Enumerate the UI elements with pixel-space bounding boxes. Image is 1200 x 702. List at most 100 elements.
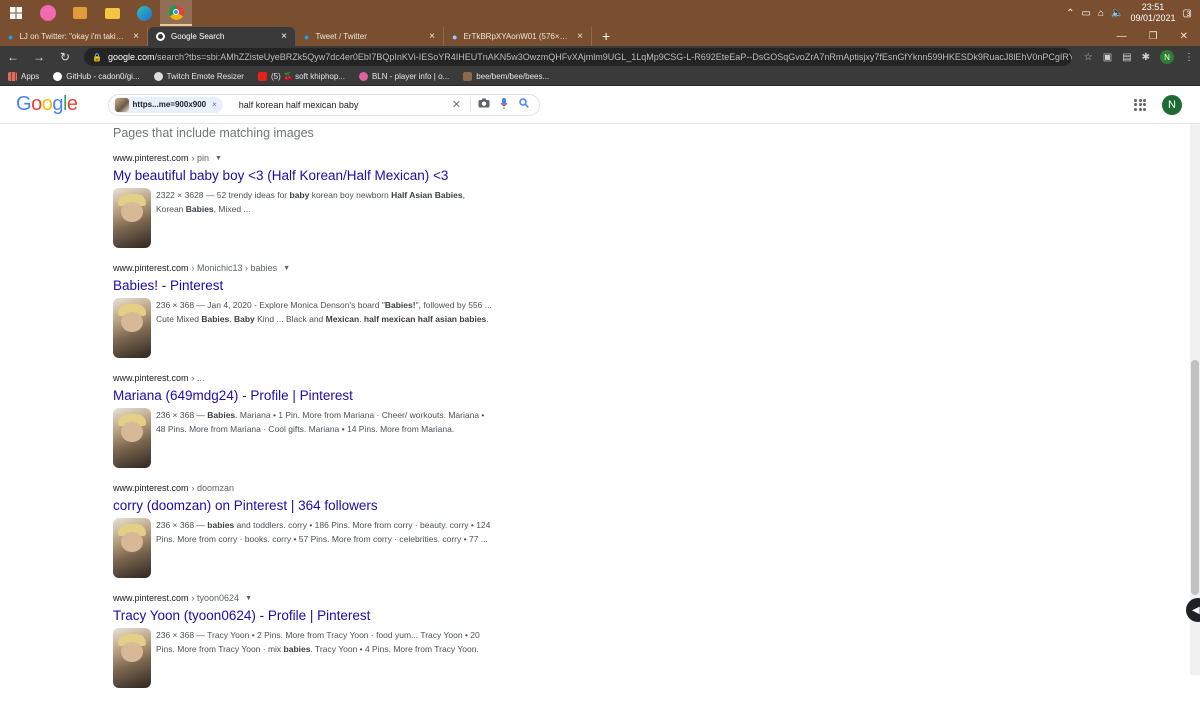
network-icon[interactable]: ⌂ <box>1098 8 1104 19</box>
result-site: www.pinterest.com <box>113 153 189 163</box>
result-path: › ... <box>191 373 205 383</box>
windows-taskbar: ⌃ ▭ ⌂ 🔈 23:51 09/01/2021 ▢ 3 <box>0 0 1200 26</box>
edge-icon <box>136 5 152 21</box>
bookmark-apps[interactable]: Apps <box>8 72 39 81</box>
result-thumbnail[interactable] <box>113 408 151 468</box>
remove-image-icon[interactable]: × <box>212 100 217 109</box>
taskbar-app-presentation[interactable] <box>64 0 96 26</box>
bookmark-github[interactable]: GitHub - cadon0/gi... <box>53 72 140 81</box>
menu-dots-icon[interactable]: ⋮ <box>1184 52 1194 63</box>
clock-time: 23:51 <box>1141 2 1165 12</box>
close-tab-icon[interactable]: × <box>133 31 139 42</box>
profile-avatar[interactable]: N <box>1160 50 1174 64</box>
google-header-actions: N <box>1134 94 1182 115</box>
extension-icon[interactable]: ▤ <box>1122 52 1131 63</box>
puzzle-icon[interactable]: ✱ <box>1142 52 1150 63</box>
search-box[interactable]: https...me=900x900 × half korean half me… <box>107 93 540 116</box>
bookmark-twitch-emote-resizer[interactable]: Twitch Emote Resizer <box>153 72 244 81</box>
volume-icon[interactable]: 🔈 <box>1111 8 1123 19</box>
chevron-down-icon[interactable]: ▼ <box>215 155 222 162</box>
result-url[interactable]: www.pinterest.com › Monichic13 › babies … <box>113 262 493 274</box>
browser-toolbar: ← → ↻ 🔒 google.com/search?tbs=sbi:AMhZZi… <box>0 46 1200 68</box>
search-input[interactable]: half korean half mexican baby <box>229 100 444 110</box>
scrollbar-thumb[interactable] <box>1191 360 1199 595</box>
tab-google-search[interactable]: Google Search × <box>148 27 296 46</box>
result-snippet: 236 × 368 — Tracy Yoon • 2 Pins. More fr… <box>156 630 480 654</box>
taskbar-file-explorer[interactable] <box>96 0 128 26</box>
google-apps-icon[interactable] <box>1134 98 1146 111</box>
tab-image[interactable]: ● ErTkBRpXYAonW01 (576×900) × <box>444 27 592 46</box>
result-thumbnail[interactable] <box>113 188 151 248</box>
floating-action-button[interactable]: ◀ <box>1186 598 1200 622</box>
close-tab-icon[interactable]: × <box>281 31 287 42</box>
section-title: Pages that include matching images <box>113 126 314 140</box>
result-url[interactable]: www.pinterest.com › tyoon0624 ▼ <box>113 592 493 604</box>
result-title-link[interactable]: Mariana (649mdg24) - Profile | Pinterest <box>113 387 493 404</box>
taskbar-app-pink[interactable] <box>32 0 64 26</box>
toolbar-actions: ☆ ▣ ▤ ✱ N ⋮ <box>1084 50 1194 64</box>
chevron-down-icon[interactable]: ▼ <box>245 595 252 602</box>
result-title-link[interactable]: Babies! - Pinterest <box>113 277 493 294</box>
result-thumbnail[interactable] <box>113 518 151 578</box>
search-image-chip[interactable]: https...me=900x900 × <box>112 96 223 113</box>
folder-icon <box>104 7 120 19</box>
new-tab-button[interactable]: + <box>592 27 620 46</box>
back-arrow-icon[interactable]: ← <box>6 50 20 64</box>
result-site: www.pinterest.com <box>113 263 189 273</box>
system-tray: ⌃ ▭ ⌂ 🔈 23:51 09/01/2021 ▢ 3 <box>1066 2 1200 24</box>
close-tab-icon[interactable]: × <box>429 31 435 42</box>
forward-arrow-icon[interactable]: → <box>32 50 46 64</box>
camera-icon[interactable] <box>477 98 491 111</box>
tab-twitter-lj[interactable]: ● LJ on Twitter: "okay i'm taking a × <box>0 27 148 46</box>
tab-title: ErTkBRpXYAonW01 (576×900) <box>463 32 572 41</box>
microphone-icon[interactable] <box>497 97 511 112</box>
result-thumbnail[interactable] <box>113 298 151 358</box>
taskbar-edge[interactable] <box>128 0 160 26</box>
star-icon[interactable]: ☆ <box>1084 52 1093 63</box>
result-title-link[interactable]: corry (doomzan) on Pinterest | 364 follo… <box>113 497 493 514</box>
search-icon[interactable] <box>517 98 531 111</box>
chevron-down-icon[interactable]: ▼ <box>283 265 290 272</box>
close-tab-icon[interactable]: × <box>577 31 583 42</box>
battery-icon[interactable]: ▭ <box>1082 8 1091 19</box>
result-path: › Monichic13 › babies <box>191 263 278 273</box>
tab-tweet[interactable]: ● Tweet / Twitter × <box>296 27 444 46</box>
google-logo[interactable]: Google <box>16 93 78 116</box>
search-result: www.pinterest.com › tyoon0624 ▼ Tracy Yo… <box>113 592 493 688</box>
minimize-icon[interactable]: — <box>1117 31 1127 42</box>
result-url[interactable]: www.pinterest.com › pin ▼ <box>113 152 493 164</box>
bookmark-bln[interactable]: BLN - player info | o... <box>358 72 449 81</box>
result-url[interactable]: www.pinterest.com › doomzan <box>113 482 493 494</box>
bln-icon <box>358 72 368 81</box>
result-site: www.pinterest.com <box>113 373 189 383</box>
bookmark-label: Twitch Emote Resizer <box>166 72 244 81</box>
window-controls: — ❐ ✕ <box>1117 27 1200 46</box>
restore-icon[interactable]: ❐ <box>1149 31 1158 42</box>
result-title-link[interactable]: My beautiful baby boy <3 (Half Korean/Ha… <box>113 167 493 184</box>
clock-date: 09/01/2021 <box>1130 13 1176 23</box>
address-bar[interactable]: 🔒 google.com/search?tbs=sbi:AMhZZisteUye… <box>84 48 1072 66</box>
taskbar-clock[interactable]: 23:51 09/01/2021 <box>1131 2 1176 24</box>
search-divider <box>469 97 471 112</box>
screen-cast-icon[interactable]: ▣ <box>1103 52 1112 63</box>
close-window-icon[interactable]: ✕ <box>1180 31 1188 42</box>
chrome-icon <box>168 4 184 20</box>
bookmark-youtube[interactable]: (5) 🍒 soft khiphop... <box>257 72 345 81</box>
result-thumbnail[interactable] <box>113 628 151 688</box>
chevron-up-icon[interactable]: ⌃ <box>1066 8 1074 19</box>
url-path: /search?tbs=sbi:AMhZZisteUyeBRZk5Qyw7dc4… <box>154 52 1072 62</box>
notification-count: 3 <box>1186 10 1191 18</box>
notification-center-icon[interactable]: ▢ 3 <box>1183 8 1192 19</box>
search-image-chip-label: https...me=900x900 <box>132 100 207 109</box>
bookmark-bee[interactable]: bee/bem/bee/bees... <box>463 72 549 81</box>
taskbar-chrome[interactable] <box>160 0 192 26</box>
windows-start-button[interactable] <box>0 0 32 26</box>
tab-title: LJ on Twitter: "okay i'm taking a <box>19 32 128 41</box>
lock-icon: 🔒 <box>92 52 102 62</box>
clear-search-icon[interactable]: ✕ <box>450 98 464 111</box>
reload-icon[interactable]: ↻ <box>58 50 72 64</box>
google-account-avatar[interactable]: N <box>1162 94 1182 115</box>
result-url[interactable]: www.pinterest.com › ... <box>113 372 493 384</box>
result-title-link[interactable]: Tracy Yoon (tyoon0624) - Profile | Pinte… <box>113 607 493 624</box>
result-snippet: 236 × 368 — babies and toddlers. corry •… <box>156 520 491 544</box>
